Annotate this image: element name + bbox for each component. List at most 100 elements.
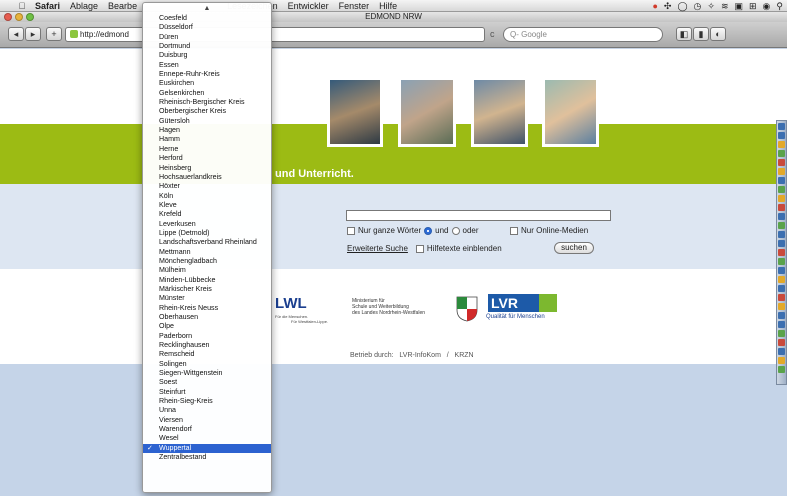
dock-app-icon[interactable]	[778, 303, 785, 310]
dock-app-icon[interactable]	[778, 258, 785, 265]
user-icon[interactable]: ◉	[763, 1, 771, 12]
dock-app-icon[interactable]	[778, 141, 785, 148]
display-icon[interactable]: ▣	[734, 1, 743, 12]
dock-app-icon[interactable]	[778, 195, 785, 202]
region-option[interactable]: Olpe	[143, 322, 271, 331]
region-option[interactable]: Lippe (Detmold)	[143, 229, 271, 238]
dock-app-icon[interactable]	[778, 357, 785, 364]
region-option[interactable]: Mönchengladbach	[143, 257, 271, 266]
region-option[interactable]: Leverkusen	[143, 220, 271, 229]
page-icon[interactable]: ◧	[676, 27, 692, 41]
dock-app-icon[interactable]	[778, 294, 785, 301]
region-option[interactable]: Düren	[143, 33, 271, 42]
region-option[interactable]: Köln	[143, 192, 271, 201]
dock-app-icon[interactable]	[778, 159, 785, 166]
dock-app-icon[interactable]	[778, 213, 785, 220]
menu-safari[interactable]: Safari	[30, 1, 65, 11]
region-option[interactable]: Recklinghausen	[143, 341, 271, 350]
back-button[interactable]: ◂	[8, 27, 24, 41]
region-option[interactable]: Hagen	[143, 126, 271, 135]
region-option[interactable]: Solingen	[143, 360, 271, 369]
region-option[interactable]: Krefeld	[143, 210, 271, 219]
dock-app-icon[interactable]	[778, 123, 785, 130]
dock-app-icon[interactable]	[778, 285, 785, 292]
wifi-icon[interactable]: ≋	[721, 1, 729, 12]
region-option[interactable]: Viersen	[143, 416, 271, 425]
dock-app-icon[interactable]	[778, 186, 785, 193]
dock-app-icon[interactable]	[778, 204, 785, 211]
menu-hilfe[interactable]: Hilfe	[374, 1, 402, 11]
clock-icon[interactable]: ◷	[694, 1, 702, 12]
menu-entwickler[interactable]: Entwickler	[283, 1, 334, 11]
region-option[interactable]: Herford	[143, 154, 271, 163]
region-option[interactable]: Mettmann	[143, 248, 271, 257]
advanced-search-link[interactable]: Erweiterte Suche	[347, 244, 408, 253]
region-option[interactable]: Euskirchen	[143, 79, 271, 88]
ministry-logo[interactable]: Ministerium für Schule und Weiterbildung…	[352, 298, 425, 316]
dock-app-icon[interactable]	[778, 168, 785, 175]
dock-app-icon[interactable]	[778, 366, 785, 373]
dock-app-icon[interactable]	[778, 231, 785, 238]
dock-app-icon[interactable]	[778, 348, 785, 355]
region-option[interactable]: Soest	[143, 378, 271, 387]
region-option[interactable]: Unna	[143, 406, 271, 415]
or-radio[interactable]	[451, 226, 460, 235]
region-option[interactable]: Landschaftsverband Rheinland	[143, 238, 271, 247]
bookmarks-icon[interactable]: ▮	[693, 27, 709, 41]
dock-app-icon[interactable]	[778, 222, 785, 229]
dock-app-icon[interactable]	[778, 339, 785, 346]
region-option[interactable]: Mülheim	[143, 266, 271, 275]
apple-icon[interactable]: 	[14, 1, 30, 11]
search-field[interactable]: Q- Google	[503, 27, 663, 42]
region-option[interactable]: Siegen-Wittgenstein	[143, 369, 271, 378]
region-option[interactable]: Herne	[143, 145, 271, 154]
lwl-logo[interactable]: LWL	[275, 295, 307, 312]
region-option[interactable]: Münster	[143, 294, 271, 303]
region-option[interactable]: Coesfeld	[143, 14, 271, 23]
dock-app-icon[interactable]	[778, 330, 785, 337]
region-option[interactable]: Duisburg	[143, 51, 271, 60]
region-option[interactable]: Rheinisch-Bergischer Kreis	[143, 98, 271, 107]
region-option[interactable]: Düsseldorf	[143, 23, 271, 32]
dock-app-icon[interactable]	[778, 249, 785, 256]
region-option[interactable]: Hochsauerlandkreis	[143, 173, 271, 182]
address-bar[interactable]: http://edmond	[65, 27, 485, 42]
spotlight-icon[interactable]: ⚲	[776, 1, 783, 12]
lvr-logo[interactable]: LVR	[488, 294, 546, 312]
menu-bearbeiten[interactable]: Bearbe	[103, 1, 142, 11]
region-option[interactable]: Märkischer Kreis	[143, 285, 271, 294]
bluetooth-icon[interactable]: ✣	[664, 1, 672, 12]
region-option[interactable]: Höxter	[143, 182, 271, 191]
settings-icon[interactable]: ◐	[710, 27, 726, 41]
menu-ablage[interactable]: Ablage	[65, 1, 103, 11]
dock-app-icon[interactable]	[778, 240, 785, 247]
menu-fenster[interactable]: Fenster	[334, 1, 375, 11]
battery-icon[interactable]: ●	[652, 1, 657, 11]
reload-icon[interactable]: c	[490, 29, 495, 39]
timemachine-icon[interactable]: ◯	[677, 1, 687, 12]
search-button[interactable]: suchen	[554, 242, 594, 254]
dock-app-icon[interactable]	[778, 150, 785, 157]
region-option[interactable]: Kleve	[143, 201, 271, 210]
region-option[interactable]: Warendorf	[143, 425, 271, 434]
dock-app-icon[interactable]	[778, 177, 785, 184]
sync-icon[interactable]: ✧	[707, 1, 715, 12]
region-option[interactable]: Oberhausen	[143, 313, 271, 322]
online-media-checkbox[interactable]	[510, 226, 518, 235]
region-option[interactable]: Wesel	[143, 434, 271, 443]
region-option[interactable]: Steinfurt	[143, 388, 271, 397]
region-option[interactable]: Hamm	[143, 135, 271, 144]
region-option[interactable]: Oberbergischer Kreis	[143, 107, 271, 116]
region-option[interactable]: Gelsenkirchen	[143, 89, 271, 98]
region-option[interactable]: Essen	[143, 61, 271, 70]
whole-words-checkbox[interactable]	[347, 226, 355, 235]
help-checkbox[interactable]	[415, 244, 424, 253]
region-option[interactable]: Rhein-Sieg-Kreis	[143, 397, 271, 406]
dock-app-icon[interactable]	[778, 132, 785, 139]
region-option[interactable]: Heinsberg	[143, 164, 271, 173]
dock-app-icon[interactable]	[778, 321, 785, 328]
region-option[interactable]: Dortmund	[143, 42, 271, 51]
region-dropdown[interactable]: ▲ Coesfeld Düsseldorf Düren Dortmund Duisbur…	[142, 2, 272, 493]
region-option[interactable]: Minden-Lübbecke	[143, 276, 271, 285]
region-option[interactable]: ✓ Wuppertal	[143, 443, 271, 454]
